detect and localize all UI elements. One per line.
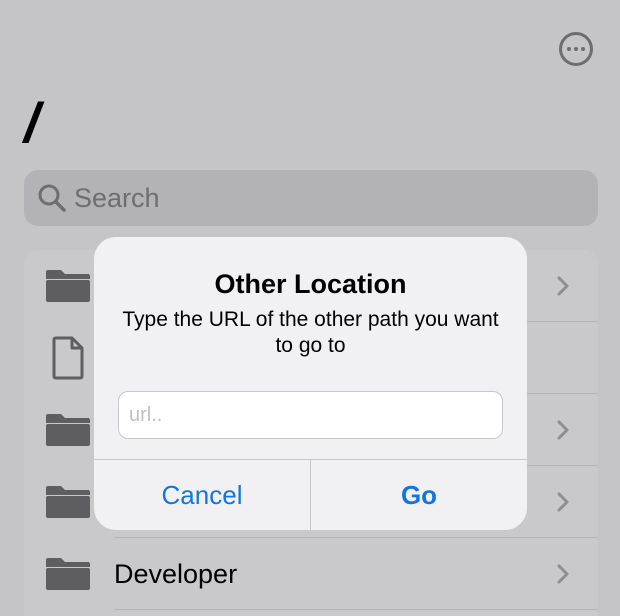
list-item-label: Developer bbox=[114, 559, 238, 589]
alert-title: Other Location bbox=[214, 269, 407, 299]
more-options-button[interactable] bbox=[559, 32, 593, 66]
go-button[interactable]: Go bbox=[311, 460, 527, 530]
folder-icon bbox=[44, 268, 92, 304]
more-dot bbox=[567, 47, 571, 51]
alert-message: Type the URL of the other path you want … bbox=[122, 308, 499, 357]
page-title: / bbox=[24, 91, 40, 154]
search-bar[interactable]: Search bbox=[24, 170, 598, 226]
chevron-right-icon bbox=[556, 419, 570, 441]
chevron-right-icon bbox=[556, 563, 570, 585]
folder-icon bbox=[44, 556, 92, 592]
chevron-right-icon bbox=[556, 275, 570, 297]
cancel-button[interactable]: Cancel bbox=[94, 460, 310, 530]
folder-icon bbox=[44, 484, 92, 520]
list-item-developer[interactable]: Developer bbox=[24, 538, 598, 610]
more-dot bbox=[574, 47, 578, 51]
chevron-right-icon bbox=[556, 491, 570, 513]
folder-icon bbox=[44, 412, 92, 448]
divider bbox=[114, 609, 598, 610]
more-dot bbox=[581, 47, 585, 51]
other-location-alert: Other Location Type the URL of the other… bbox=[94, 237, 527, 530]
search-icon bbox=[38, 184, 66, 212]
url-input[interactable] bbox=[118, 391, 503, 439]
search-placeholder: Search bbox=[74, 182, 160, 213]
document-icon bbox=[52, 336, 84, 380]
